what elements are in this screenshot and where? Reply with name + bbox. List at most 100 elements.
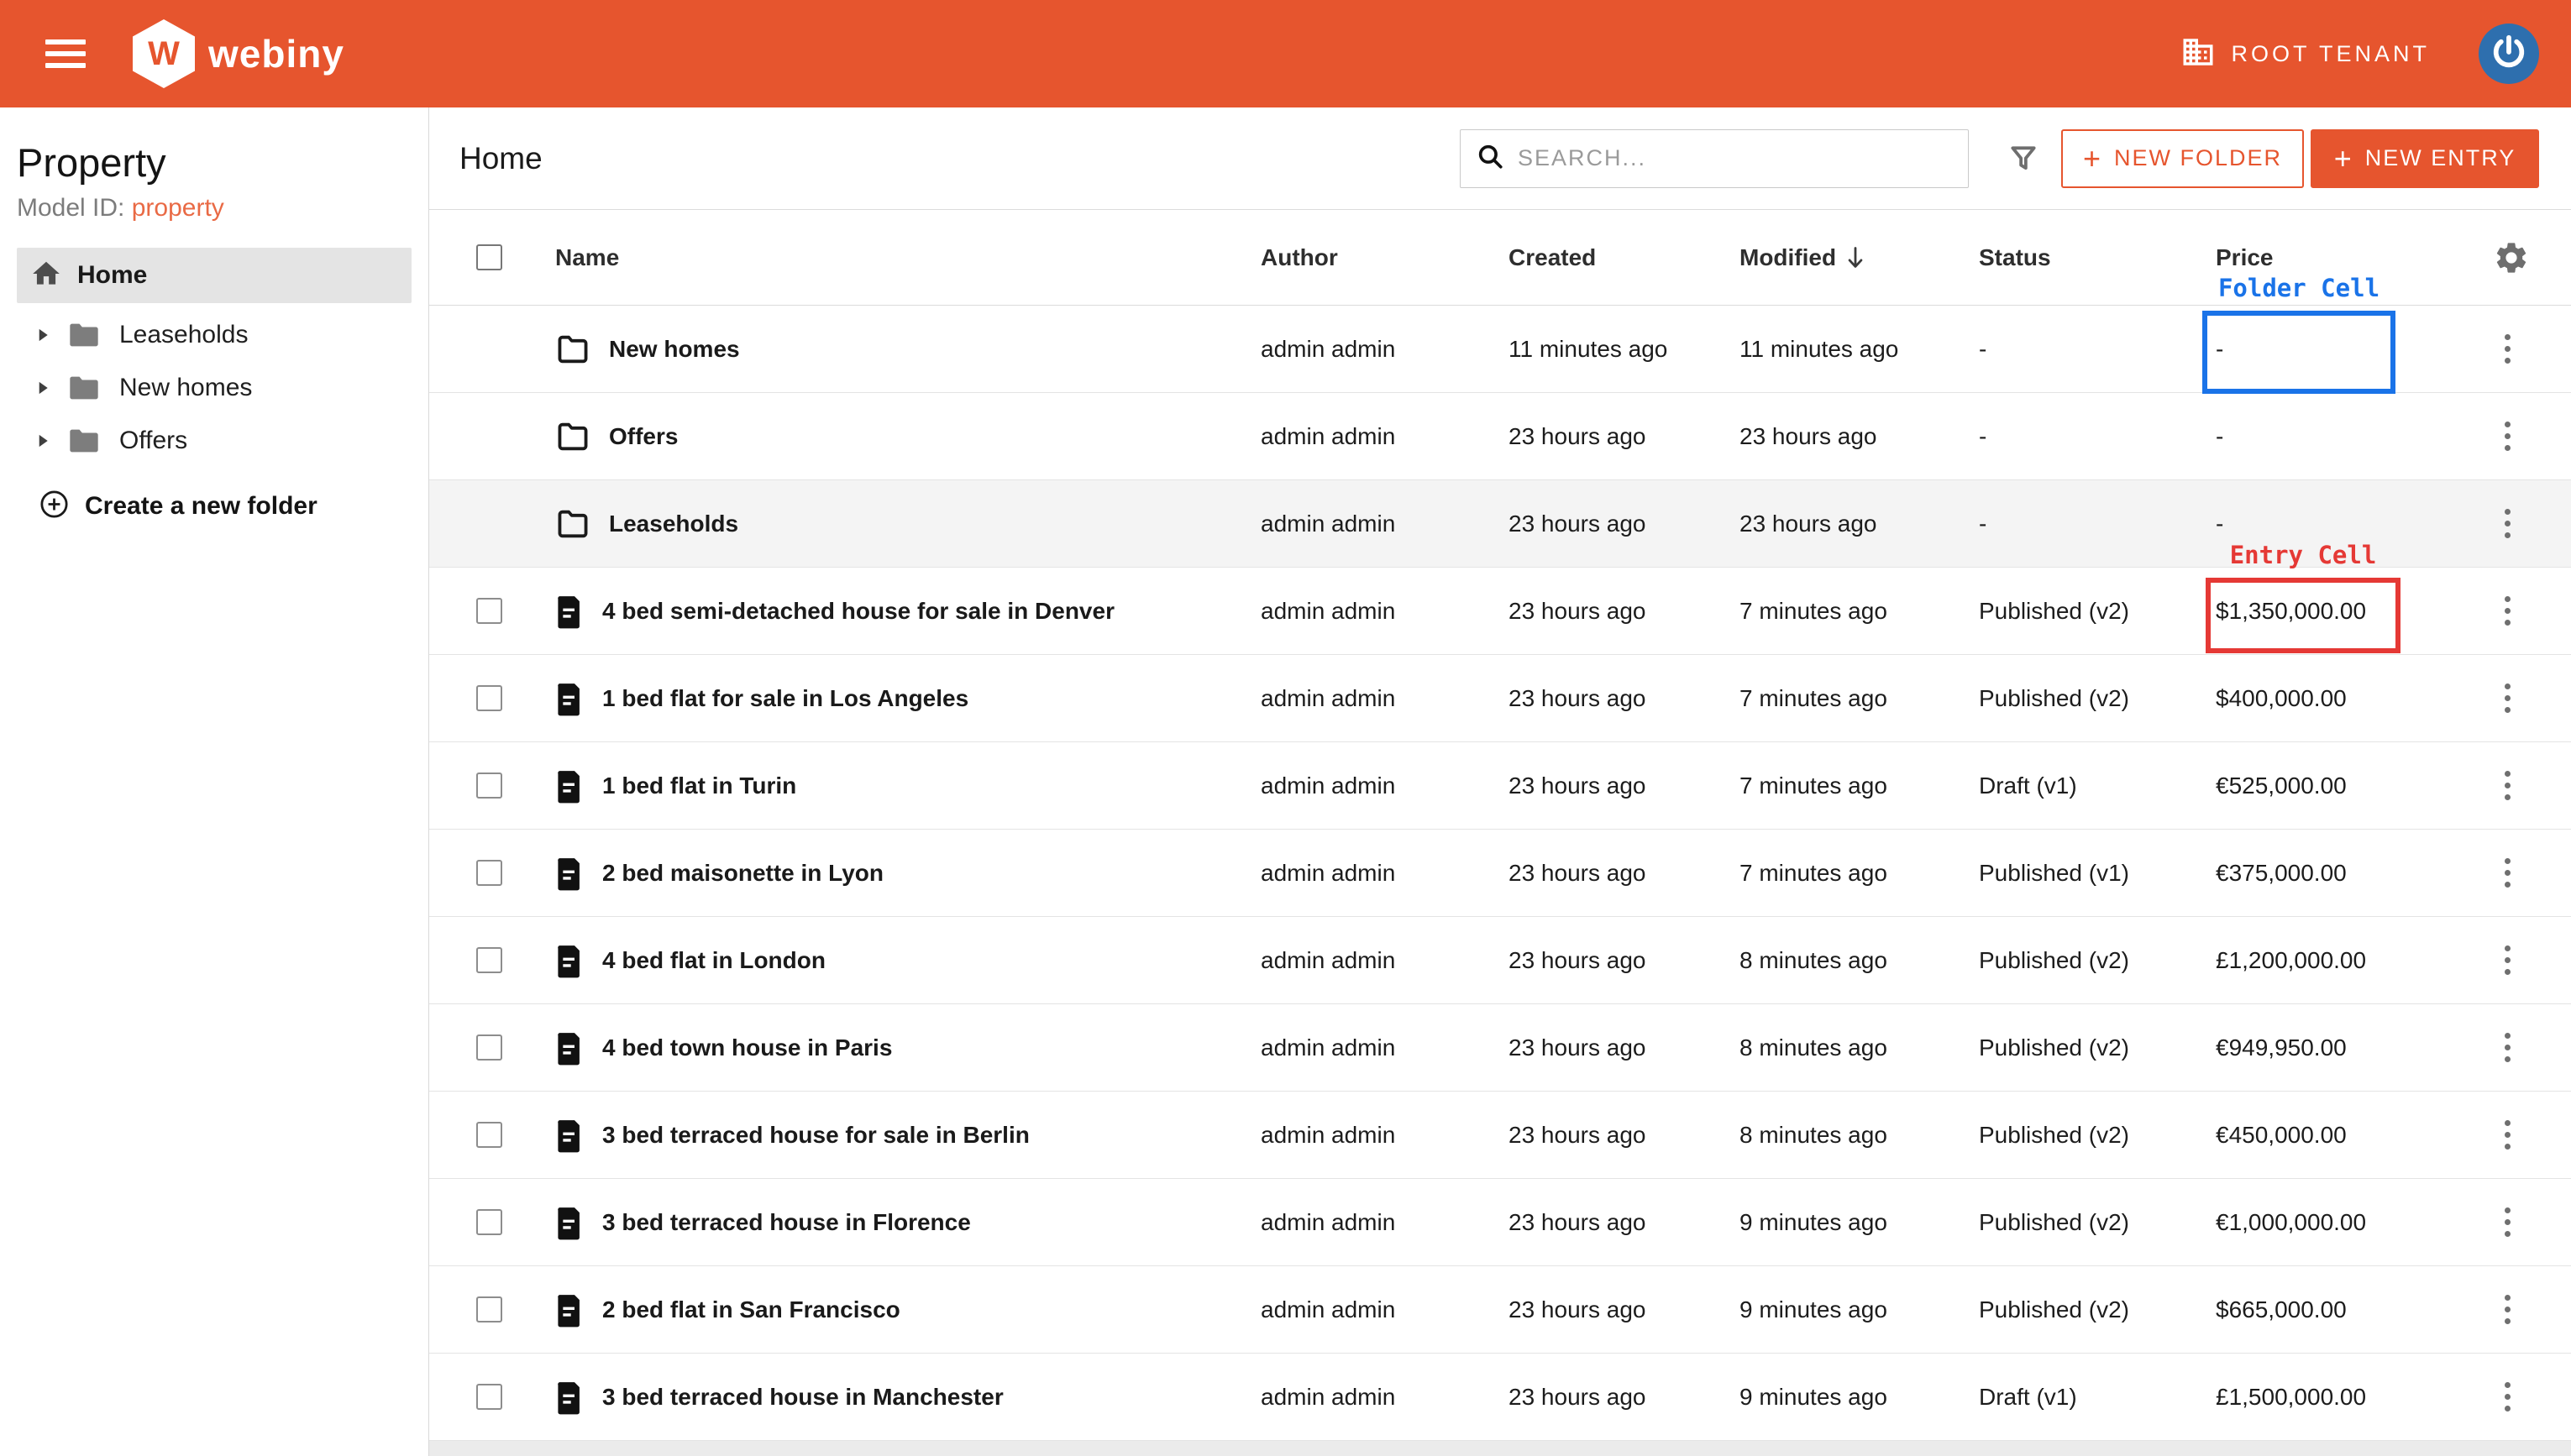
modified-cell: 11 minutes ago xyxy=(1739,336,1979,363)
chevron-right-icon[interactable] xyxy=(35,380,50,396)
kebab-menu-icon[interactable] xyxy=(2493,589,2522,634)
row-checkbox-cell xyxy=(429,860,555,886)
created-cell: 23 hours ago xyxy=(1508,947,1739,974)
chevron-right-icon[interactable] xyxy=(35,432,50,449)
user-avatar[interactable] xyxy=(2479,24,2539,84)
row-checkbox[interactable] xyxy=(476,685,502,711)
kebab-menu-icon[interactable] xyxy=(2493,1375,2522,1420)
table-row[interactable]: 4 bed semi-detached house for sale in De… xyxy=(429,568,2571,655)
kebab-menu-icon[interactable] xyxy=(2493,676,2522,721)
kebab-menu-icon[interactable] xyxy=(2493,501,2522,547)
name-cell: Leaseholds xyxy=(555,508,1261,540)
author-cell: admin admin xyxy=(1261,511,1508,537)
row-name-label: Leaseholds xyxy=(609,511,738,537)
kebab-menu-icon[interactable] xyxy=(2493,1287,2522,1333)
status-cell: - xyxy=(1979,336,2216,363)
table-row[interactable]: 4 bed flat in Londonadmin admin23 hours … xyxy=(429,917,2571,1004)
modified-cell: 8 minutes ago xyxy=(1739,947,1979,974)
row-checkbox-cell xyxy=(429,1034,555,1061)
sidebar-folder-new-homes[interactable]: New homes xyxy=(0,361,428,414)
table-row[interactable]: 2 bed maisonette in Lyonadmin admin23 ho… xyxy=(429,830,2571,917)
table-body: New homesadmin admin11 minutes ago11 min… xyxy=(429,306,2571,1441)
document-icon xyxy=(555,856,584,891)
table-row[interactable]: New homesadmin admin11 minutes ago11 min… xyxy=(429,306,2571,393)
table-row[interactable]: 3 bed terraced house in Manchesteradmin … xyxy=(429,1354,2571,1441)
search-input[interactable] xyxy=(1518,145,1953,171)
status-cell: Published (v2) xyxy=(1979,1034,2216,1061)
author-cell: admin admin xyxy=(1261,685,1508,712)
kebab-menu-icon[interactable] xyxy=(2493,1200,2522,1245)
chevron-right-icon[interactable] xyxy=(35,327,50,343)
modified-cell: 9 minutes ago xyxy=(1739,1384,1979,1411)
column-header-author[interactable]: Author xyxy=(1261,244,1508,271)
column-header-modified[interactable]: Modified xyxy=(1739,244,1979,271)
sidebar-item-home[interactable]: Home xyxy=(17,248,412,303)
table-row[interactable]: Leaseholdsadmin admin23 hours ago23 hour… xyxy=(429,480,2571,568)
document-icon xyxy=(555,594,584,629)
kebab-menu-icon[interactable] xyxy=(2493,1113,2522,1158)
tenant-selector[interactable]: ROOT TENANT xyxy=(2180,34,2430,74)
document-icon xyxy=(555,943,584,978)
kebab-menu-icon[interactable] xyxy=(2493,1025,2522,1071)
row-checkbox[interactable] xyxy=(476,1122,502,1148)
document-icon xyxy=(555,1292,584,1328)
row-actions-cell xyxy=(2484,589,2571,634)
price-cell: £1,500,000.00 xyxy=(2216,1384,2484,1411)
select-all-checkbox[interactable] xyxy=(476,244,502,270)
row-checkbox[interactable] xyxy=(476,598,502,624)
document-icon xyxy=(555,1118,584,1153)
power-icon xyxy=(2490,33,2528,76)
price-cell: - xyxy=(2216,423,2484,450)
row-actions-cell xyxy=(2484,938,2571,983)
row-checkbox[interactable] xyxy=(476,1296,502,1322)
status-cell: Published (v2) xyxy=(1979,1122,2216,1149)
folder-icon xyxy=(67,374,101,402)
table-row[interactable]: 1 bed flat for sale in Los Angelesadmin … xyxy=(429,655,2571,742)
table-row[interactable]: 3 bed terraced house in Florenceadmin ad… xyxy=(429,1179,2571,1266)
table-settings-gear-icon[interactable] xyxy=(2484,239,2571,276)
row-checkbox[interactable] xyxy=(476,773,502,799)
price-cell: - xyxy=(2216,511,2484,537)
new-entry-button[interactable]: + NEW ENTRY xyxy=(2311,129,2539,188)
table-row[interactable]: 3 bed terraced house for sale in Berlina… xyxy=(429,1092,2571,1179)
kebab-menu-icon[interactable] xyxy=(2493,938,2522,983)
hamburger-menu-icon[interactable] xyxy=(45,39,86,68)
price-cell: €1,000,000.00 xyxy=(2216,1209,2484,1236)
table-row[interactable]: Offersadmin admin23 hours ago23 hours ag… xyxy=(429,393,2571,480)
kebab-menu-icon[interactable] xyxy=(2493,327,2522,372)
row-checkbox[interactable] xyxy=(476,1209,502,1235)
page-title: Home xyxy=(459,141,543,176)
new-folder-button[interactable]: + NEW FOLDER xyxy=(2061,129,2304,188)
sidebar: Property Model ID: property Home Leaseho… xyxy=(0,107,429,1456)
status-cell: Published (v1) xyxy=(1979,860,2216,887)
column-header-price[interactable]: Price xyxy=(2216,244,2484,271)
row-actions-cell xyxy=(2484,763,2571,809)
document-icon xyxy=(555,1030,584,1066)
table-row[interactable]: 1 bed flat in Turinadmin admin23 hours a… xyxy=(429,742,2571,830)
create-folder-button[interactable]: Create a new folder xyxy=(0,489,428,524)
sidebar-folder-leaseholds[interactable]: Leaseholds xyxy=(0,308,428,361)
sidebar-folder-offers[interactable]: Offers xyxy=(0,414,428,467)
status-cell: - xyxy=(1979,423,2216,450)
row-checkbox[interactable] xyxy=(476,860,502,886)
webiny-logo[interactable]: W webiny xyxy=(133,19,344,88)
column-header-name[interactable]: Name xyxy=(555,244,1261,271)
filter-icon[interactable] xyxy=(2007,143,2039,175)
row-checkbox[interactable] xyxy=(476,947,502,973)
row-name-label: 4 bed town house in Paris xyxy=(602,1034,892,1061)
kebab-menu-icon[interactable] xyxy=(2493,763,2522,809)
row-checkbox-cell xyxy=(429,773,555,799)
folder-tree: LeaseholdsNew homesOffers xyxy=(0,308,428,467)
row-checkbox[interactable] xyxy=(476,1384,502,1410)
column-header-status[interactable]: Status xyxy=(1979,244,2216,271)
row-checkbox[interactable] xyxy=(476,1034,502,1061)
table-row[interactable]: 2 bed flat in San Franciscoadmin admin23… xyxy=(429,1266,2571,1354)
kebab-menu-icon[interactable] xyxy=(2493,414,2522,459)
entries-table: Name Author Created Modified Status Pric… xyxy=(429,210,2571,1456)
table-row[interactable]: 4 bed town house in Parisadmin admin23 h… xyxy=(429,1004,2571,1092)
author-cell: admin admin xyxy=(1261,598,1508,625)
row-name-label: Offers xyxy=(609,423,678,450)
column-header-created[interactable]: Created xyxy=(1508,244,1739,271)
row-checkbox-cell xyxy=(429,685,555,711)
kebab-menu-icon[interactable] xyxy=(2493,851,2522,896)
